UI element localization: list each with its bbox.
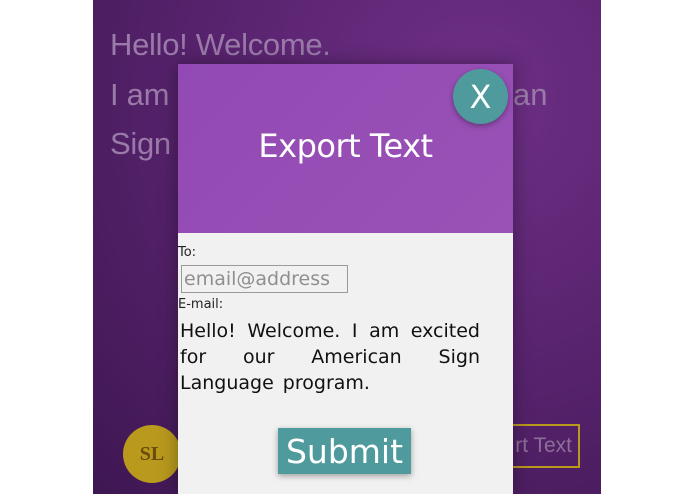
export-text-modal: Export Text To: E-mail: Hello! Welcome. … [178,64,513,494]
close-icon: X [469,77,492,116]
sign-language-logo: SL [123,425,181,483]
screen: Hello! Welcome. I am an Sign SL rt Text … [0,0,695,494]
close-button[interactable]: X [453,69,508,124]
email-label: E-mail: [178,297,224,312]
background-greeting-line-1: Hello! Welcome. [110,27,331,62]
submit-label: Submit [285,431,404,471]
message-text: Hello! Welcome. I am excited for our Ame… [180,320,480,394]
modal-title: Export Text [258,127,433,165]
background-export-label: rt Text [515,434,572,457]
background-greeting-line-3: Sign [110,126,171,161]
submit-button[interactable]: Submit [278,428,411,474]
logo-text: SL [139,442,165,465]
to-label: To: [178,245,197,260]
email-input[interactable] [181,265,348,293]
background-export-text-button: rt Text [508,424,580,468]
background-greeting-line-2-tail: an [513,77,548,112]
background-greeting-line-2: I am [110,77,170,112]
